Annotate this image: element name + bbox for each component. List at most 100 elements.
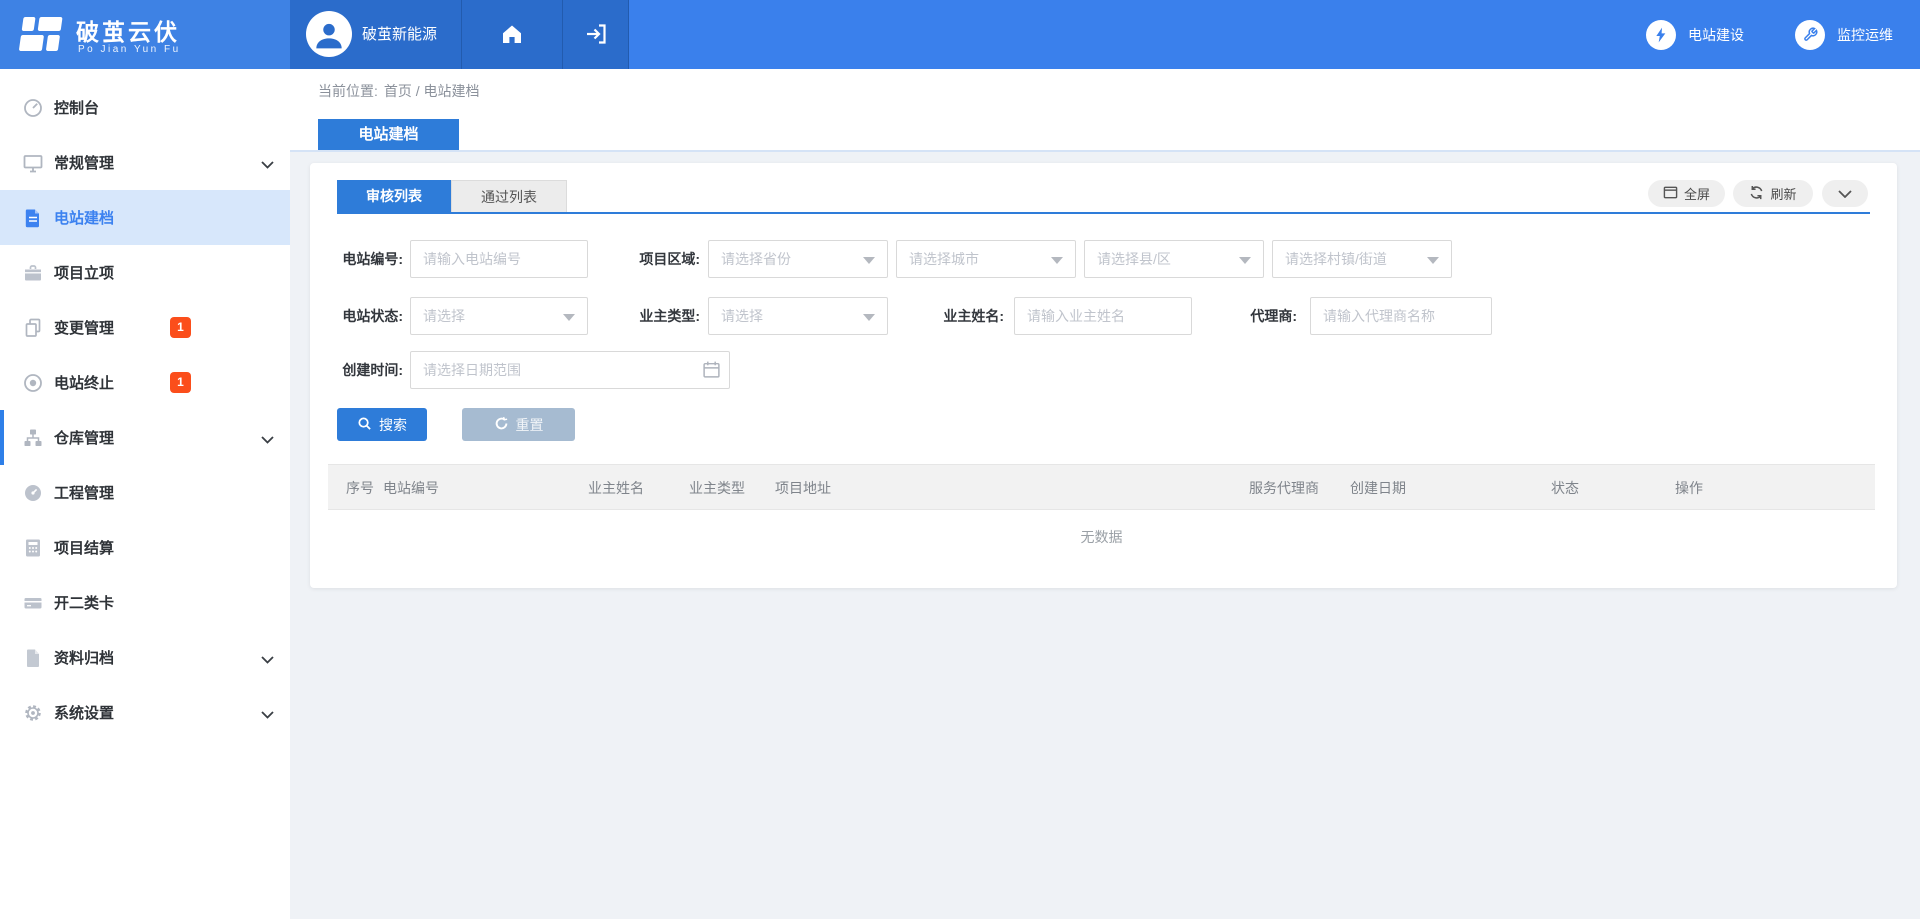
sidebar-item-label: 项目结算 <box>54 537 114 558</box>
owner-type-select[interactable]: 请选择 <box>708 297 888 335</box>
gauge-icon <box>22 482 44 504</box>
company-name: 破茧新能源 <box>362 0 437 69</box>
town-select[interactable]: 请选择村镇/街道 <box>1272 240 1452 278</box>
caret-down-icon <box>1239 257 1251 264</box>
town-placeholder: 请选择村镇/街道 <box>1285 241 1387 277</box>
app-root: 破茧云伏 Po Jian Yun Fu 破茧新能源 <box>0 0 1920 919</box>
sidebar-item-project-initiation[interactable]: 项目立项 <box>0 245 290 300</box>
breadcrumb: 当前位置: 首页 / 电站建档 <box>318 81 480 101</box>
owner-name-input[interactable] <box>1014 297 1192 335</box>
caret-down-icon <box>1427 257 1439 264</box>
sidebar-item-station-filing[interactable]: 电站建档 <box>0 190 290 245</box>
module-monitor-ops[interactable]: 监控运维 <box>1795 0 1893 69</box>
date-range-input[interactable] <box>410 351 730 389</box>
sidebar-item-project-settlement[interactable]: 项目结算 <box>0 520 290 575</box>
sidebar-item-general-mgmt[interactable]: 常规管理 <box>0 135 290 190</box>
empty-state-text: 无数据 <box>328 527 1875 547</box>
created-time-label: 创建时间: <box>328 351 403 389</box>
notification-badge: 1 <box>170 317 191 338</box>
column-header: 项目地址 <box>775 465 831 511</box>
refresh-button[interactable]: 刷新 <box>1733 180 1813 207</box>
caret-down-icon <box>863 314 875 321</box>
module-station-build[interactable]: 电站建设 <box>1646 0 1744 69</box>
sidebar-item-data-archive[interactable]: 资料归档 <box>0 630 290 685</box>
agent-input[interactable] <box>1310 297 1492 335</box>
fullscreen-label: 全屏 <box>1684 184 1710 203</box>
station-no-input[interactable] <box>410 240 588 278</box>
column-header: 操作 <box>1675 465 1703 511</box>
sidebar-nav: 控制台 常规管理 电站建档 <box>0 69 290 919</box>
fullscreen-icon <box>1663 185 1678 203</box>
fullscreen-button[interactable]: 全屏 <box>1648 180 1725 207</box>
sidebar-item-label: 电站终止 <box>54 372 114 393</box>
caret-down-icon <box>1051 257 1063 264</box>
gear-icon <box>22 702 44 724</box>
logout-button[interactable] <box>562 0 629 69</box>
chevron-down-icon <box>1838 186 1852 201</box>
search-icon <box>357 416 372 434</box>
sidebar-item-warehouse-mgmt[interactable]: 仓库管理 <box>0 410 290 465</box>
sidebar-item-label: 控制台 <box>54 97 99 118</box>
column-header: 业主姓名 <box>588 465 644 511</box>
tab-passed-list[interactable]: 通过列表 <box>451 180 567 212</box>
column-header: 状态 <box>1551 465 1579 511</box>
station-status-select[interactable]: 请选择 <box>410 297 588 335</box>
copy-icon <box>22 317 44 339</box>
sidebar-item-console[interactable]: 控制台 <box>0 80 290 135</box>
sidebar-item-label: 变更管理 <box>54 317 114 338</box>
home-button[interactable] <box>461 0 562 69</box>
table-header-row: 序号 电站编号 业主姓名 业主类型 项目地址 服务代理商 创建日期 状态 操作 <box>328 464 1875 510</box>
column-header: 创建日期 <box>1350 465 1406 511</box>
district-placeholder: 请选择县/区 <box>1097 241 1171 277</box>
sidebar-item-label: 电站建档 <box>54 207 114 228</box>
city-select[interactable]: 请选择城市 <box>896 240 1076 278</box>
tab-review-list[interactable]: 审核列表 <box>337 180 451 212</box>
sidebar-item-station-termination[interactable]: 电站终止 1 <box>0 355 290 410</box>
district-select[interactable]: 请选择县/区 <box>1084 240 1264 278</box>
agent-label: 代理商: <box>1227 297 1297 335</box>
reset-button[interactable]: 重置 <box>462 408 575 441</box>
avatar <box>306 11 352 57</box>
sidebar-item-engineering-mgmt[interactable]: 工程管理 <box>0 465 290 520</box>
file-text-icon <box>22 207 44 229</box>
search-button[interactable]: 搜索 <box>337 408 427 441</box>
sidebar-item-label: 资料归档 <box>54 647 114 668</box>
logout-icon <box>584 22 608 51</box>
search-label: 搜索 <box>379 415 407 435</box>
province-placeholder: 请选择省份 <box>721 241 791 277</box>
calculator-icon <box>22 537 44 559</box>
breadcrumb-strip: 当前位置: 首页 / 电站建档 电站建档 <box>290 69 1920 150</box>
record-circle-icon <box>22 372 44 394</box>
wrench-icon <box>1795 20 1825 50</box>
top-header-bar: 破茧云伏 Po Jian Yun Fu 破茧新能源 <box>0 0 1920 69</box>
column-header: 业主类型 <box>689 465 745 511</box>
credit-card-icon <box>22 592 44 614</box>
sidebar-item-label: 仓库管理 <box>54 427 114 448</box>
user-account-button[interactable]: 破茧新能源 <box>290 0 461 69</box>
column-header: 电站编号 <box>383 465 439 511</box>
brand-subtitle: Po Jian Yun Fu <box>78 44 181 55</box>
sidebar-item-change-mgmt[interactable]: 变更管理 1 <box>0 300 290 355</box>
station-no-label: 电站编号: <box>328 240 403 278</box>
refresh-icon <box>1749 185 1764 203</box>
collapse-panel-button[interactable] <box>1822 180 1868 207</box>
sidebar-item-system-settings[interactable]: 系统设置 <box>0 685 290 740</box>
brand-title: 破茧云伏 <box>76 13 180 47</box>
breadcrumb-path[interactable]: 首页 / 电站建档 <box>384 83 480 99</box>
brand-logo: 破茧云伏 Po Jian Yun Fu <box>0 0 290 69</box>
refresh-label: 刷新 <box>1770 184 1796 203</box>
province-select[interactable]: 请选择省份 <box>708 240 888 278</box>
lightning-icon <box>1646 20 1676 50</box>
breadcrumb-label: 当前位置: <box>318 83 378 99</box>
reset-icon <box>494 416 509 434</box>
column-header: 序号 <box>346 465 374 511</box>
column-header: 服务代理商 <box>1249 465 1319 511</box>
station-status-label: 电站状态: <box>328 297 403 335</box>
sidebar-item-open-class2-card[interactable]: 开二类卡 <box>0 575 290 630</box>
chevron-down-icon <box>261 651 274 669</box>
tab-underline <box>337 212 1870 214</box>
sidebar-item-label: 项目立项 <box>54 262 114 283</box>
module-label: 监控运维 <box>1837 25 1893 45</box>
page-tab-station-filing[interactable]: 电站建档 <box>318 119 459 150</box>
chevron-down-icon <box>261 706 274 724</box>
